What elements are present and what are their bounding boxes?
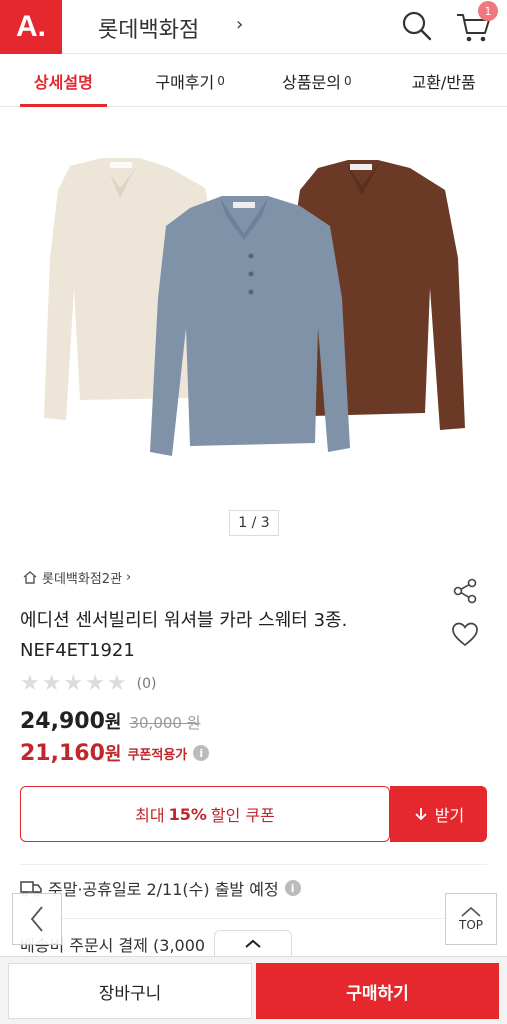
current-price: 24,900원	[20, 709, 122, 734]
tab-label: 구매후기	[155, 72, 215, 92]
review-count: (0)	[136, 676, 157, 692]
info-icon[interactable]: i	[284, 880, 301, 896]
chevron-right-icon[interactable]: ›	[236, 14, 243, 35]
image-pager: 1 / 3	[229, 510, 279, 536]
coupon-banner[interactable]: 최대 15% 할인 쿠폰	[20, 786, 390, 842]
heart-icon[interactable]	[450, 620, 480, 648]
price-row: 24,900원 30,000 원	[20, 708, 201, 734]
tab-label: 상세설명	[33, 72, 93, 92]
app-logo[interactable]: A.	[0, 0, 62, 54]
product-code: NEF4ET1921	[20, 640, 135, 661]
star-icon: ★	[41, 671, 62, 696]
star-icon: ★	[20, 671, 40, 696]
shipping-info: 주말·공휴일로 2/11(수) 출발 예정 i	[20, 876, 301, 900]
detail-tabs: 상세설명 구매후기 0 상품문의 0 교환/반품	[0, 55, 507, 107]
tab-description[interactable]: 상세설명	[0, 55, 127, 107]
add-to-cart-button[interactable]: 장바구니	[8, 963, 252, 1019]
coupon-price: 21,160원	[20, 741, 122, 766]
search-icon[interactable]	[400, 9, 434, 43]
star-icon: ★	[63, 671, 84, 696]
divider	[20, 864, 487, 865]
tab-label: 상품문의	[282, 72, 341, 92]
tab-exchange-return[interactable]: 교환/반품	[380, 55, 507, 106]
share-icon[interactable]	[450, 576, 480, 606]
top-header: A. 롯데백화점 › 1	[0, 0, 507, 54]
divider	[20, 918, 487, 919]
coupon-rate: 15%	[168, 804, 207, 824]
brand-store-link[interactable]: 롯데백화점2관 ›	[22, 568, 131, 587]
top-label: TOP	[458, 918, 483, 932]
star-icon: ★	[106, 671, 127, 696]
star-icon: ★	[85, 671, 105, 696]
info-icon[interactable]: i	[193, 745, 210, 761]
back-button[interactable]	[12, 893, 62, 945]
rating-stars: ★ ★ ★ ★ ★ (0)	[20, 672, 157, 696]
scroll-top-button[interactable]: TOP	[445, 893, 497, 945]
tab-label: 교환/반품	[411, 72, 476, 92]
brand-store-label: 롯데백화점2관	[42, 572, 123, 587]
tab-reviews[interactable]: 구매후기 0	[127, 55, 254, 106]
coupon-price-row: 21,160원 쿠폰적용가 i	[20, 740, 210, 766]
chevron-right-icon: ›	[126, 570, 132, 585]
coupon-price-label: 쿠폰적용가	[127, 747, 188, 763]
tab-qna[interactable]: 상품문의 0	[254, 55, 381, 106]
store-name-link[interactable]: 롯데백화점	[98, 12, 199, 44]
buy-now-button[interactable]: 구매하기	[256, 963, 499, 1019]
purchase-bar: 장바구니 구매하기	[0, 956, 507, 1024]
shipping-date-text: 주말·공휴일로 2/11(수) 출발 예정	[48, 880, 279, 899]
original-price: 30,000 원	[129, 714, 201, 732]
chevron-up-icon	[245, 939, 261, 948]
product-image	[44, 158, 465, 456]
tab-count: 0	[344, 73, 352, 88]
chevron-left-icon	[30, 906, 43, 932]
download-icon	[415, 808, 427, 821]
tab-count: 0	[217, 73, 225, 88]
cart-count-badge: 1	[478, 1, 498, 21]
blue-sweater	[150, 196, 350, 456]
product-image-carousel[interactable]	[0, 108, 507, 548]
home-icon	[23, 571, 37, 584]
expand-panel-toggle[interactable]	[214, 930, 292, 956]
chevron-up-icon	[461, 906, 481, 917]
product-title: 에디션 센서빌리티 워셔블 카라 스웨터 3종. NEF4ET1921	[20, 606, 410, 666]
product-title-line: 에디션 센서빌리티 워셔블 카라 스웨터 3종.	[20, 610, 348, 631]
download-coupon-button[interactable]: 받기	[390, 786, 487, 842]
